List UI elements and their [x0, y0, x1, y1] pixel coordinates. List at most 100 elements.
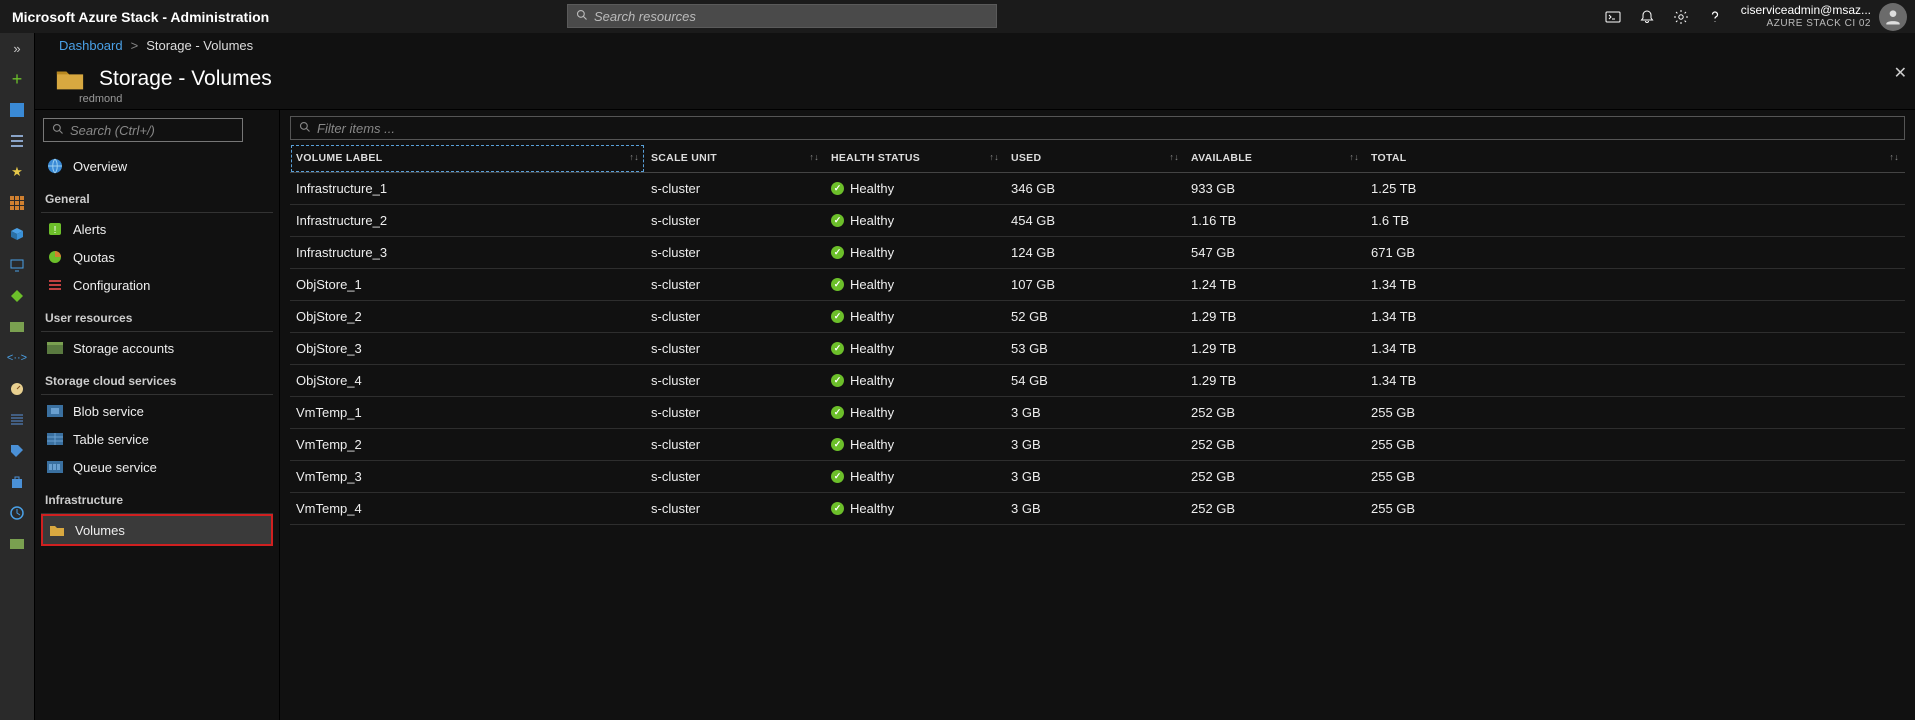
- sidebar-item-quotas[interactable]: Quotas: [41, 243, 273, 271]
- cell-available: 252 GB: [1185, 397, 1365, 429]
- rail-bag-icon[interactable]: [8, 473, 26, 491]
- sidebar-search[interactable]: Search (Ctrl+/): [43, 118, 243, 142]
- table-row[interactable]: VmTemp_4s-cluster✓Healthy3 GB252 GB255 G…: [290, 493, 1905, 525]
- cell-total: 255 GB: [1365, 493, 1905, 525]
- cell-label: ObjStore_1: [290, 269, 645, 301]
- sort-icon: ↑↓: [629, 152, 639, 162]
- sidebar-item-storage-accounts[interactable]: Storage accounts: [41, 334, 273, 362]
- cell-used: 346 GB: [1005, 173, 1185, 205]
- cell-available: 1.29 TB: [1185, 365, 1365, 397]
- rail-dial-icon[interactable]: [8, 380, 26, 398]
- table-header-row: VOLUME LABEL↑↓ SCALE UNIT↑↓ HEALTH STATU…: [290, 144, 1905, 173]
- table-row[interactable]: Infrastructure_1s-cluster✓Healthy346 GB9…: [290, 173, 1905, 205]
- health-ok-icon: ✓: [831, 438, 844, 451]
- table-row[interactable]: ObjStore_2s-cluster✓Healthy52 GB1.29 TB1…: [290, 301, 1905, 333]
- cell-label: ObjStore_3: [290, 333, 645, 365]
- rail-add-icon[interactable]: +: [8, 70, 26, 88]
- sidebar-item-blob-service[interactable]: Blob service: [41, 397, 273, 425]
- health-ok-icon: ✓: [831, 182, 844, 195]
- sidebar-item-alerts[interactable]: ! Alerts: [41, 215, 273, 243]
- table-icon: [47, 431, 63, 447]
- sidebar-item-queue-service[interactable]: Queue service: [41, 453, 273, 481]
- rail-tag-icon[interactable]: [8, 442, 26, 460]
- sidebar-item-overview[interactable]: Overview: [41, 152, 273, 180]
- properties-icon: [47, 277, 63, 293]
- cell-available: 252 GB: [1185, 461, 1365, 493]
- help-icon[interactable]: [1707, 9, 1723, 25]
- table-row[interactable]: VmTemp_3s-cluster✓Healthy3 GB252 GB255 G…: [290, 461, 1905, 493]
- rail-expand-icon[interactable]: »: [8, 39, 26, 57]
- table-row[interactable]: ObjStore_1s-cluster✓Healthy107 GB1.24 TB…: [290, 269, 1905, 301]
- rail-diamond-icon[interactable]: [8, 287, 26, 305]
- cell-health: ✓Healthy: [825, 493, 1005, 525]
- cell-health: ✓Healthy: [825, 429, 1005, 461]
- rail-cube-icon[interactable]: [8, 225, 26, 243]
- cell-used: 3 GB: [1005, 397, 1185, 429]
- sidebar-item-table-service[interactable]: Table service: [41, 425, 273, 453]
- cell-label: ObjStore_2: [290, 301, 645, 333]
- cell-total: 1.34 TB: [1365, 301, 1905, 333]
- rail-monitor-icon[interactable]: [8, 256, 26, 274]
- cell-total: 1.34 TB: [1365, 333, 1905, 365]
- rail-storage2-icon[interactable]: [8, 535, 26, 553]
- column-header-scale[interactable]: SCALE UNIT↑↓: [645, 144, 825, 173]
- table-row[interactable]: VmTemp_2s-cluster✓Healthy3 GB252 GB255 G…: [290, 429, 1905, 461]
- cell-health: ✓Healthy: [825, 365, 1005, 397]
- column-header-label[interactable]: VOLUME LABEL↑↓: [290, 144, 645, 173]
- column-header-available[interactable]: AVAILABLE↑↓: [1185, 144, 1365, 173]
- search-icon: [52, 123, 64, 138]
- rail-clock-icon[interactable]: [8, 504, 26, 522]
- cell-scale: s-cluster: [645, 237, 825, 269]
- cell-available: 933 GB: [1185, 173, 1365, 205]
- cell-label: VmTemp_2: [290, 429, 645, 461]
- rail-list2-icon[interactable]: [8, 411, 26, 429]
- column-header-total[interactable]: TOTAL↑↓: [1365, 144, 1905, 173]
- health-ok-icon: ✓: [831, 246, 844, 259]
- rail-dashboard-icon[interactable]: [8, 101, 26, 119]
- sidebar-item-volumes[interactable]: Volumes: [41, 514, 273, 546]
- notifications-icon[interactable]: [1639, 9, 1655, 25]
- cell-health: ✓Healthy: [825, 173, 1005, 205]
- cell-total: 1.34 TB: [1365, 365, 1905, 397]
- global-search[interactable]: Search resources: [567, 4, 997, 28]
- cell-scale: s-cluster: [645, 333, 825, 365]
- sidebar-item-label: Table service: [73, 432, 149, 447]
- health-ok-icon: ✓: [831, 374, 844, 387]
- avatar: [1879, 3, 1907, 31]
- breadcrumb: Dashboard > Storage - Volumes: [35, 33, 1915, 57]
- rail-code-icon[interactable]: <··>: [8, 349, 26, 367]
- search-icon: [576, 9, 588, 24]
- health-ok-icon: ✓: [831, 406, 844, 419]
- breadcrumb-root[interactable]: Dashboard: [59, 38, 123, 53]
- rail-list-icon[interactable]: [8, 132, 26, 150]
- rail-star-icon[interactable]: ★: [8, 163, 26, 181]
- page-title: Storage - Volumes: [99, 67, 272, 91]
- sidebar-item-label: Alerts: [73, 222, 106, 237]
- rail-storage-icon[interactable]: [8, 318, 26, 336]
- column-header-used[interactable]: USED↑↓: [1005, 144, 1185, 173]
- user-name: ciserviceadmin@msaz...: [1741, 3, 1871, 17]
- table-row[interactable]: VmTemp_1s-cluster✓Healthy3 GB252 GB255 G…: [290, 397, 1905, 429]
- sidebar-item-configuration[interactable]: Configuration: [41, 271, 273, 299]
- cell-available: 252 GB: [1185, 429, 1365, 461]
- settings-icon[interactable]: [1673, 9, 1689, 25]
- cell-used: 3 GB: [1005, 493, 1185, 525]
- cell-available: 252 GB: [1185, 493, 1365, 525]
- rail-grid-icon[interactable]: [8, 194, 26, 212]
- table-row[interactable]: ObjStore_3s-cluster✓Healthy53 GB1.29 TB1…: [290, 333, 1905, 365]
- column-header-health[interactable]: HEALTH STATUS↑↓: [825, 144, 1005, 173]
- filter-input[interactable]: Filter items ...: [290, 116, 1905, 140]
- sidebar-item-label: Blob service: [73, 404, 144, 419]
- table-row[interactable]: Infrastructure_2s-cluster✓Healthy454 GB1…: [290, 205, 1905, 237]
- cell-used: 3 GB: [1005, 429, 1185, 461]
- table-row[interactable]: ObjStore_4s-cluster✓Healthy54 GB1.29 TB1…: [290, 365, 1905, 397]
- cloud-shell-icon[interactable]: [1605, 9, 1621, 25]
- cell-health: ✓Healthy: [825, 237, 1005, 269]
- cell-scale: s-cluster: [645, 205, 825, 237]
- table-row[interactable]: Infrastructure_3s-cluster✓Healthy124 GB5…: [290, 237, 1905, 269]
- sort-icon: ↑↓: [1889, 152, 1899, 162]
- user-menu[interactable]: ciserviceadmin@msaz... AZURE STACK CI 02: [1741, 3, 1907, 31]
- close-icon[interactable]: ✕: [1894, 63, 1907, 83]
- cell-health: ✓Healthy: [825, 205, 1005, 237]
- nav-rail: » + ★ <··>: [0, 33, 35, 720]
